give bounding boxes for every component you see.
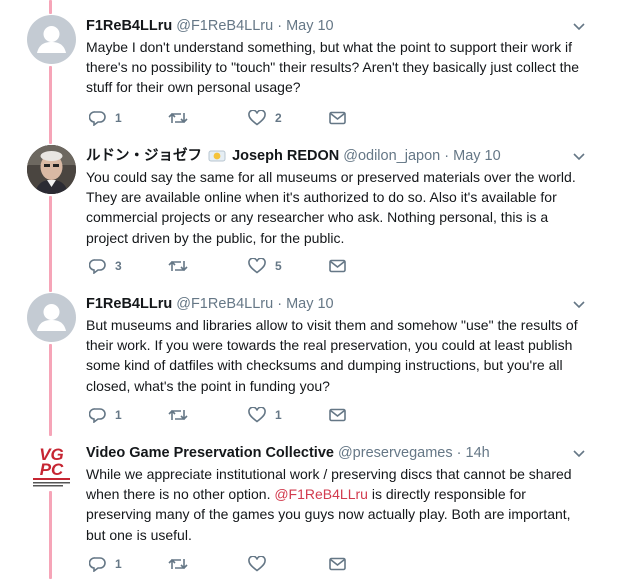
- photo-avatar[interactable]: [27, 145, 76, 194]
- tweet: F1ReB4LLru @F1ReB4LLru · May 10 But museu…: [0, 293, 618, 433]
- reply-button[interactable]: 3: [89, 256, 122, 276]
- envelope-icon: [329, 259, 346, 273]
- tweet-text: You could say the same for all museums o…: [86, 169, 576, 246]
- like-count: 5: [275, 259, 282, 273]
- dm-button[interactable]: [329, 405, 346, 425]
- timestamp[interactable]: May 10: [453, 148, 501, 164]
- timestamp[interactable]: May 10: [286, 18, 334, 34]
- tweet-actions: 1 2: [89, 108, 389, 128]
- like-count: 1: [275, 408, 282, 422]
- tweet-actions: 3 5: [89, 256, 389, 276]
- display-name-suffix[interactable]: Joseph REDON: [232, 148, 339, 164]
- dm-button[interactable]: [329, 554, 346, 574]
- retweet-icon: [168, 112, 188, 124]
- timestamp[interactable]: 14h: [466, 445, 490, 461]
- reply-count: 3: [115, 259, 122, 273]
- chevron-down-icon[interactable]: [572, 151, 586, 161]
- heart-icon: [248, 258, 266, 274]
- mention-link[interactable]: @F1ReB4LLru: [274, 486, 368, 502]
- user-handle[interactable]: @odilon_japon: [343, 148, 440, 164]
- user-handle[interactable]: @F1ReB4LLru: [176, 18, 273, 34]
- heart-icon: [248, 556, 266, 572]
- user-handle[interactable]: @F1ReB4LLru: [176, 296, 273, 312]
- like-button[interactable]: 1: [248, 405, 282, 425]
- user-handle[interactable]: @preservegames: [338, 445, 453, 461]
- like-button[interactable]: [248, 554, 275, 574]
- envelope-icon: [329, 111, 346, 125]
- chevron-down-icon[interactable]: [572, 299, 586, 309]
- tweet: F1ReB4LLru @F1ReB4LLru · May 10 Maybe I d…: [0, 15, 618, 135]
- tweet-text: But museums and libraries allow to visit…: [86, 317, 578, 394]
- timestamp[interactable]: May 10: [286, 296, 334, 312]
- reply-count: 1: [115, 111, 122, 125]
- display-name[interactable]: F1ReB4LLru: [86, 296, 172, 312]
- chevron-down-icon[interactable]: [572, 448, 586, 458]
- like-button[interactable]: 2: [248, 108, 282, 128]
- default-avatar-icon[interactable]: [27, 293, 76, 342]
- tweet: ルドン・ジョゼフ Joseph REDON @odilon_japon · May…: [0, 145, 618, 290]
- reply-count: 1: [115, 408, 122, 422]
- reply-icon: [89, 557, 106, 572]
- tweet-text: Maybe I don't understand something, but …: [86, 39, 580, 96]
- envelope-icon: [329, 408, 346, 422]
- tweet-header: ルドン・ジョゼフ Joseph REDON @odilon_japon · May…: [86, 147, 578, 167]
- retweet-icon: [168, 409, 188, 421]
- like-count: 2: [275, 111, 282, 125]
- reply-icon: [89, 259, 106, 274]
- default-avatar-icon[interactable]: [27, 15, 76, 64]
- vgpc-logo[interactable]: VG PC: [27, 442, 76, 491]
- retweet-icon: [168, 558, 188, 570]
- separator-dot: ·: [277, 296, 283, 312]
- reply-count: 1: [115, 557, 122, 571]
- tweet-header: F1ReB4LLru @F1ReB4LLru · May 10: [86, 295, 578, 313]
- heart-icon: [248, 407, 266, 423]
- dm-button[interactable]: [329, 108, 346, 128]
- reply-button[interactable]: 1: [89, 554, 122, 574]
- reply-button[interactable]: 1: [89, 405, 122, 425]
- reply-icon: [89, 408, 106, 423]
- separator-dot: ·: [444, 148, 450, 164]
- reply-icon: [89, 111, 106, 126]
- tweet-actions: 1: [89, 554, 389, 574]
- envelope-icon: [329, 557, 346, 571]
- dm-button[interactable]: [329, 256, 346, 276]
- thread-line: [49, 0, 52, 14]
- display-name[interactable]: Video Game Preservation Collective: [86, 445, 334, 461]
- heart-icon: [248, 110, 266, 126]
- retweet-button[interactable]: [168, 256, 197, 276]
- retweet-button[interactable]: [168, 554, 197, 574]
- retweet-button[interactable]: [168, 108, 197, 128]
- tweet-header: Video Game Preservation Collective @prese…: [86, 444, 578, 462]
- retweet-button[interactable]: [168, 405, 197, 425]
- display-name[interactable]: ルドン・ジョゼフ: [86, 148, 202, 164]
- svg-text:PC: PC: [40, 460, 64, 479]
- tweet-text: While we appreciate institutional work /…: [86, 464, 591, 545]
- reply-button[interactable]: 1: [89, 108, 122, 128]
- separator-dot: ·: [277, 18, 283, 34]
- tweet: VG PC Video Game Preservation Collective…: [0, 442, 618, 579]
- separator-dot: ·: [456, 445, 462, 461]
- tweet-header: F1ReB4LLru @F1ReB4LLru · May 10: [86, 17, 578, 35]
- like-button[interactable]: 5: [248, 256, 282, 276]
- tweet-actions: 1 1: [89, 405, 389, 425]
- sun-emoji-icon: [208, 148, 226, 167]
- retweet-icon: [168, 260, 188, 272]
- display-name[interactable]: F1ReB4LLru: [86, 18, 172, 34]
- chevron-down-icon[interactable]: [572, 21, 586, 31]
